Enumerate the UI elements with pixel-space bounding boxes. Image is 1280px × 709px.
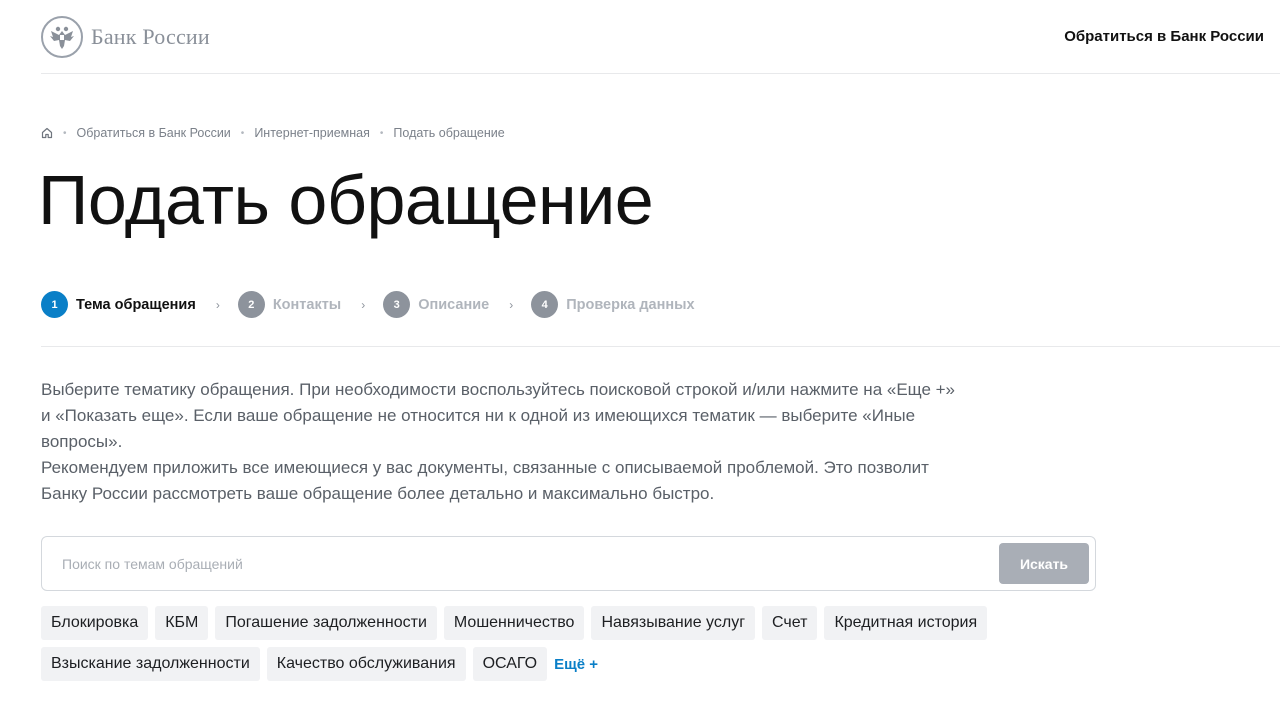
search-button[interactable]: Искать bbox=[999, 543, 1089, 584]
breadcrumb: • Обратиться в Банк России • Интернет-пр… bbox=[41, 126, 505, 140]
chevron-right-icon: › bbox=[361, 297, 366, 312]
topic-row: Взыскание задолженности Качество обслужи… bbox=[41, 647, 1041, 681]
logo-text: Банк России bbox=[91, 24, 210, 49]
eagle-emblem-icon bbox=[41, 16, 83, 58]
instructions-paragraph: Рекомендуем приложить все имеющиеся у ва… bbox=[41, 458, 929, 503]
topic-chip[interactable]: Качество обслуживания bbox=[266, 647, 466, 681]
step-label: Контакты bbox=[272, 296, 342, 313]
topic-list: Блокировка КБМ Погашение задолженности М… bbox=[41, 606, 1041, 688]
step-number: 4 bbox=[531, 291, 559, 318]
divider bbox=[41, 346, 1280, 347]
topic-chip[interactable]: Мошенничество bbox=[443, 606, 585, 640]
topic-chip[interactable]: Взыскание задолженности bbox=[41, 647, 260, 681]
step-review[interactable]: 4 Проверка данных bbox=[531, 291, 695, 318]
step-number: 1 bbox=[41, 291, 68, 318]
home-icon[interactable] bbox=[41, 127, 53, 139]
topic-search: Искать bbox=[41, 536, 1096, 591]
chevron-right-icon: › bbox=[215, 297, 220, 312]
stepper: 1 Тема обращения › 2 Контакты › 3 Описан… bbox=[41, 291, 695, 318]
topic-chip[interactable]: Счет bbox=[762, 606, 818, 640]
search-input[interactable] bbox=[62, 551, 982, 577]
breadcrumb-item-current: Подать обращение bbox=[393, 126, 505, 140]
show-more-topics-link[interactable]: Ещё + bbox=[554, 656, 598, 673]
step-number: 2 bbox=[237, 291, 265, 318]
step-label: Тема обращения bbox=[76, 296, 196, 313]
step-label: Описание bbox=[418, 296, 490, 313]
topic-chip[interactable]: Кредитная история bbox=[824, 606, 988, 640]
breadcrumb-separator: • bbox=[379, 127, 384, 139]
topic-chip[interactable]: Навязывание услуг bbox=[591, 606, 756, 640]
page-title: Подать обращение bbox=[38, 161, 654, 239]
instructions-paragraph: Выберите тематику обращения. При необход… bbox=[41, 380, 956, 451]
topic-chip[interactable]: Блокировка bbox=[41, 606, 149, 640]
logo[interactable]: Банк России bbox=[41, 16, 210, 58]
step-topic[interactable]: 1 Тема обращения bbox=[41, 291, 196, 318]
instructions: Выберите тематику обращения. При необход… bbox=[41, 377, 961, 507]
topic-chip[interactable]: КБМ bbox=[155, 606, 209, 640]
step-number: 3 bbox=[383, 291, 411, 318]
topic-row: Блокировка КБМ Погашение задолженности М… bbox=[41, 606, 1041, 640]
breadcrumb-item-reception[interactable]: Интернет-приемная bbox=[254, 126, 370, 140]
chevron-right-icon: › bbox=[509, 297, 514, 312]
topic-chip[interactable]: Погашение задолженности bbox=[215, 606, 437, 640]
step-contacts[interactable]: 2 Контакты bbox=[237, 291, 342, 318]
site-header: Банк России Обратиться в Банк России bbox=[41, 0, 1280, 74]
topic-chip[interactable]: ОСАГО bbox=[472, 647, 548, 681]
breadcrumb-separator: • bbox=[63, 127, 67, 139]
step-description[interactable]: 3 Описание bbox=[383, 291, 489, 318]
breadcrumb-item-contact[interactable]: Обратиться в Банк России bbox=[77, 126, 231, 140]
breadcrumb-separator: • bbox=[240, 127, 245, 139]
step-label: Проверка данных bbox=[566, 296, 695, 313]
contact-bank-link[interactable]: Обратиться в Банк России bbox=[1064, 28, 1264, 45]
